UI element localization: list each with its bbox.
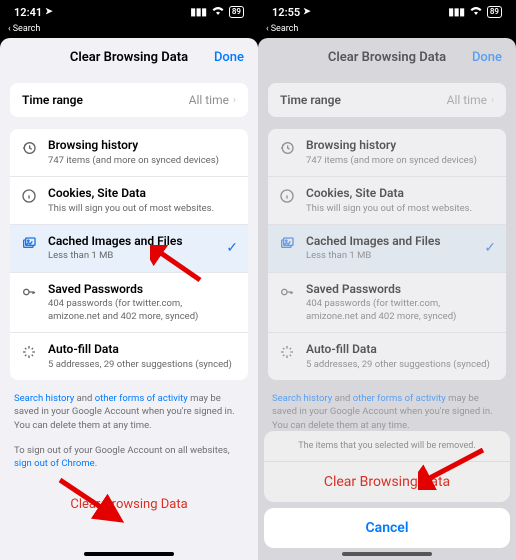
search-history-link[interactable]: Search history: [14, 393, 74, 404]
home-indicator: [84, 552, 174, 556]
status-time: 12:41: [14, 6, 42, 19]
back-to-search[interactable]: ‹ Search: [258, 24, 516, 36]
time-range-value: All time ›: [447, 93, 494, 107]
battery-icon: 89: [229, 6, 244, 18]
autofill-icon: [278, 343, 296, 361]
phone-left: 12:41 ➤ ▮▮▮ 89 ‹ Search Clear Browsing D…: [0, 0, 258, 560]
wifi-icon: [211, 6, 225, 19]
autofill-icon: [20, 343, 38, 361]
check-icon: ✓: [484, 240, 496, 256]
back-to-search[interactable]: ‹ Search: [0, 24, 258, 36]
wifi-icon: [469, 6, 483, 19]
chevron-right-icon: ›: [491, 95, 494, 106]
action-sheet: The items that you selected will be remo…: [258, 427, 516, 560]
sheet: Clear Browsing Data Done Time range All …: [0, 38, 258, 560]
data-types-list: Browsing history 747 items (and more on …: [268, 129, 506, 380]
item-cached-images[interactable]: Cached Images and Files Less than 1 MB ✓: [10, 224, 248, 272]
time-range-label: Time range: [22, 93, 83, 107]
battery-icon: 89: [487, 6, 502, 18]
location-icon: ➤: [45, 7, 53, 17]
done-button[interactable]: Done: [214, 50, 244, 65]
time-range-value: All time ›: [189, 93, 236, 107]
history-icon: [20, 139, 38, 157]
signal-icon: ▮▮▮: [448, 7, 465, 18]
sheet-header: Clear Browsing Data Done: [0, 38, 258, 77]
item-saved-passwords[interactable]: Saved Passwords 404 passwords (for twitt…: [268, 272, 506, 332]
other-activity-link[interactable]: other forms of activity: [353, 393, 446, 404]
history-icon: [278, 139, 296, 157]
clear-browsing-data-button[interactable]: Clear Browsing Data: [0, 477, 258, 522]
info-icon: [20, 187, 38, 205]
status-bar: 12:41 ➤ ▮▮▮ 89: [0, 0, 258, 24]
key-icon: [278, 283, 296, 301]
footer-signout: To sign out of your Google Account on al…: [0, 438, 258, 477]
image-icon: [20, 235, 38, 253]
check-icon: ✓: [226, 240, 238, 256]
time-range-section[interactable]: Time range All time ›: [268, 83, 506, 117]
location-icon: ➤: [303, 7, 311, 17]
item-cookies[interactable]: Cookies, Site Data This will sign you ou…: [268, 176, 506, 224]
phone-right: 12:55 ➤ ▮▮▮ 89 ‹ Search Clear Browsing D…: [258, 0, 516, 560]
image-icon: [278, 235, 296, 253]
other-activity-link[interactable]: other forms of activity: [95, 393, 188, 404]
item-browsing-history[interactable]: Browsing history 747 items (and more on …: [10, 129, 248, 176]
info-icon: [278, 187, 296, 205]
item-browsing-history[interactable]: Browsing history 747 items (and more on …: [268, 129, 506, 176]
page-title: Clear Browsing Data: [328, 50, 446, 65]
search-history-link[interactable]: Search history: [272, 393, 332, 404]
footer-search-history: Search history and other forms of activi…: [0, 386, 258, 438]
item-autofill[interactable]: Auto-fill Data 5 addresses, 29 other sug…: [268, 332, 506, 380]
page-title: Clear Browsing Data: [70, 50, 188, 65]
cancel-button[interactable]: Cancel: [264, 508, 510, 548]
action-sheet-message: The items that you selected will be remo…: [264, 431, 510, 462]
status-bar: 12:55 ➤ ▮▮▮ 89: [258, 0, 516, 24]
item-cookies[interactable]: Cookies, Site Data This will sign you ou…: [10, 176, 248, 224]
data-types-list: Browsing history 747 items (and more on …: [10, 129, 248, 380]
status-time: 12:55: [272, 6, 300, 19]
chevron-right-icon: ›: [233, 95, 236, 106]
done-button[interactable]: Done: [472, 50, 502, 65]
key-icon: [20, 283, 38, 301]
item-saved-passwords[interactable]: Saved Passwords 404 passwords (for twitt…: [10, 272, 248, 332]
sign-out-chrome-link[interactable]: sign out of Chrome: [14, 458, 95, 469]
sheet-header: Clear Browsing Data Done: [258, 38, 516, 77]
sheet: Clear Browsing Data Done Time range All …: [258, 38, 516, 560]
time-range-section[interactable]: Time range All time ›: [10, 83, 248, 117]
chevron-left-icon: ‹: [266, 24, 269, 34]
chevron-left-icon: ‹: [8, 24, 11, 34]
signal-icon: ▮▮▮: [190, 7, 207, 18]
confirm-clear-button[interactable]: Clear Browsing Data: [264, 462, 510, 502]
item-cached-images[interactable]: Cached Images and Files Less than 1 MB ✓: [268, 224, 506, 272]
home-indicator: [342, 552, 432, 556]
item-autofill[interactable]: Auto-fill Data 5 addresses, 29 other sug…: [10, 332, 248, 380]
time-range-label: Time range: [280, 93, 341, 107]
